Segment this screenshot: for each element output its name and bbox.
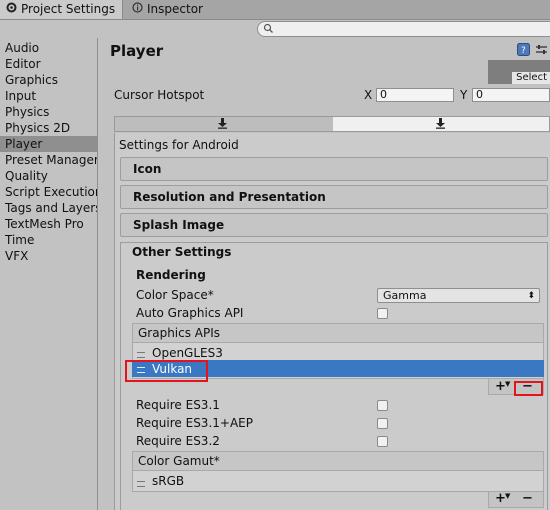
dropdown-caret-icon: ▼ xyxy=(505,380,511,388)
info-icon xyxy=(132,0,143,19)
default-icon-preview: Select xyxy=(488,60,550,84)
search-input[interactable] xyxy=(257,21,550,37)
color-space-dropdown[interactable]: Gamma ⬍ xyxy=(377,288,540,303)
require-es32-checkbox[interactable] xyxy=(377,436,388,447)
sidebar-item-editor[interactable]: Editor xyxy=(0,56,97,72)
cursor-hotspot-y-field[interactable]: 0 xyxy=(472,88,550,102)
sidebar-item-audio[interactable]: Audio xyxy=(0,40,97,56)
sidebar-item-physics[interactable]: Physics xyxy=(0,104,97,120)
sidebar-item-preset-manager[interactable]: Preset Manager xyxy=(0,152,97,168)
dropdown-arrows-icon: ⬍ xyxy=(527,291,535,301)
require-es31-label: Require ES3.1 xyxy=(136,398,220,412)
color-gamut-label: Color Gamut* xyxy=(138,454,220,468)
sidebar-item-script-execution[interactable]: Script Execution xyxy=(0,184,97,200)
settings-for-label: Settings for Android xyxy=(119,138,239,152)
help-book-icon[interactable]: ? xyxy=(517,43,530,59)
x-label: X xyxy=(364,88,373,102)
section-icon[interactable]: Icon xyxy=(120,157,548,181)
sidebar-item-graphics[interactable]: Graphics xyxy=(0,72,97,88)
y-label: Y xyxy=(460,88,468,102)
auto-graphics-api-checkbox[interactable] xyxy=(377,308,388,319)
sidebar-item-vfx[interactable]: VFX xyxy=(0,248,97,264)
drag-handle-icon[interactable] xyxy=(137,352,145,358)
sidebar-item-tags-and-layers[interactable]: Tags and Layers xyxy=(0,200,97,216)
sidebar-item-textmesh-pro[interactable]: TextMesh Pro xyxy=(0,216,97,232)
auto-graphics-api-label: Auto Graphics API xyxy=(136,306,244,320)
graphics-apis-header: Graphics APIs xyxy=(132,323,544,343)
tab-project-settings[interactable]: Project Settings xyxy=(0,0,123,19)
section-resolution[interactable]: Resolution and Presentation xyxy=(120,185,548,209)
page-title: Player xyxy=(110,42,164,60)
section-label-other[interactable]: Other Settings xyxy=(132,245,231,259)
require-es31-aep-label: Require ES3.1+AEP xyxy=(136,416,253,430)
android-icon xyxy=(435,118,446,132)
sidebar-item-time[interactable]: Time xyxy=(0,232,97,248)
tab-inspector[interactable]: Inspector xyxy=(126,0,226,19)
color-space-label: Color Space* xyxy=(136,288,214,302)
tab-standalone[interactable] xyxy=(115,117,333,131)
color-space-value: Gamma xyxy=(383,289,427,302)
sidebar-item-player[interactable]: Player xyxy=(0,136,97,152)
require-es31-aep-checkbox[interactable] xyxy=(377,418,388,429)
search-icon xyxy=(263,23,274,37)
dropdown-caret-icon: ▼ xyxy=(505,492,511,500)
cursor-hotspot-x-field[interactable]: 0 xyxy=(376,88,454,102)
require-es31-checkbox[interactable] xyxy=(377,400,388,411)
tab-label: Project Settings xyxy=(21,2,116,16)
download-icon xyxy=(217,118,228,132)
section-splash-image[interactable]: Splash Image xyxy=(120,213,548,237)
highlight-box xyxy=(125,360,208,382)
section-label: Splash Image xyxy=(133,218,225,232)
sidebar-item-input[interactable]: Input xyxy=(0,88,97,104)
list-item-srgb[interactable]: sRGB xyxy=(152,474,184,488)
section-label: Resolution and Presentation xyxy=(133,190,326,204)
cursor-hotspot-label: Cursor Hotspot xyxy=(114,88,205,102)
remove-api-button[interactable]: − xyxy=(522,379,533,394)
remove-gamut-button[interactable]: − xyxy=(522,491,533,506)
tab-android[interactable] xyxy=(333,117,549,131)
list-item-opengles3[interactable]: OpenGLES3 xyxy=(152,346,223,360)
color-gamut-list xyxy=(132,471,544,492)
graphics-apis-label: Graphics APIs xyxy=(138,326,221,340)
svg-text:?: ? xyxy=(521,46,526,56)
presets-icon[interactable] xyxy=(535,43,548,59)
sidebar-item-quality[interactable]: Quality xyxy=(0,168,97,184)
color-gamut-header: Color Gamut* xyxy=(132,451,544,471)
rendering-heading: Rendering xyxy=(136,268,206,282)
sidebar-item-physics-2d[interactable]: Physics 2D xyxy=(0,120,97,136)
tab-label: Inspector xyxy=(147,2,203,16)
section-label: Icon xyxy=(133,162,162,176)
select-button[interactable]: Select xyxy=(512,72,550,84)
require-es32-label: Require ES3.2 xyxy=(136,434,220,448)
gear-icon xyxy=(6,0,17,19)
drag-handle-icon[interactable] xyxy=(137,481,145,487)
